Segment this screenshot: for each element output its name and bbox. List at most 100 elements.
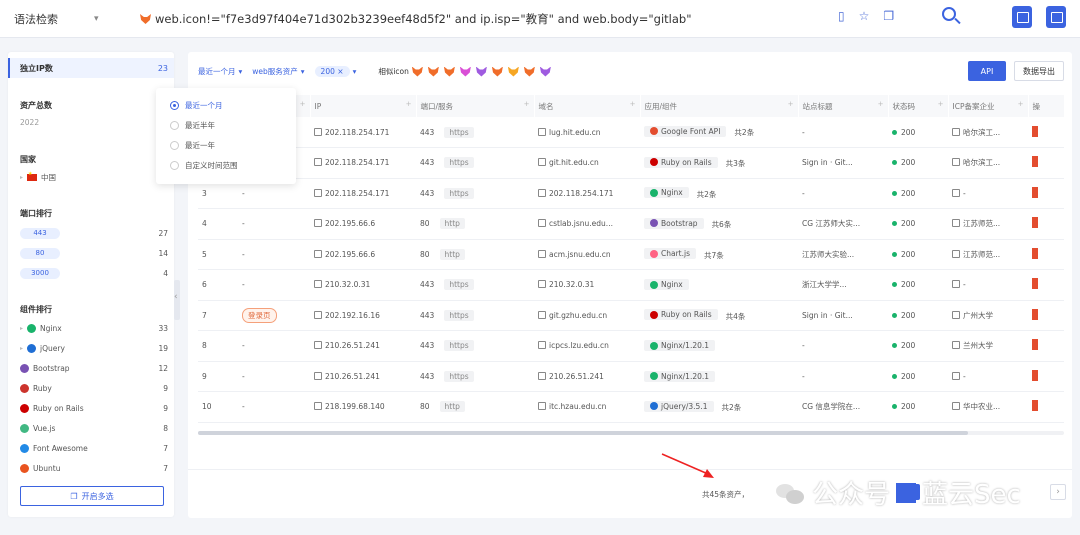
action-cell[interactable] — [1028, 361, 1064, 392]
more-count[interactable]: 共2条 — [722, 403, 742, 412]
favicon-icon[interactable] — [460, 67, 471, 77]
table-row[interactable]: 4 - 202.195.66.6 80 http cstlab.jsnu.edu.… — [198, 208, 1064, 240]
table-row[interactable]: 3 - 202.118.254.171 443 https 202.118.254… — [198, 178, 1064, 209]
domain-cell[interactable]: icpcs.lzu.edu.cn — [534, 330, 640, 362]
component-row[interactable]: Vue.js 8 — [20, 424, 168, 433]
col-header[interactable]: 端口/服务 + — [416, 95, 535, 117]
action-cell[interactable] — [1028, 147, 1064, 179]
status-filter[interactable]: 200 × ▾ — [314, 66, 356, 77]
ip-cell[interactable]: 218.199.68.140 — [310, 391, 416, 423]
action-icon[interactable] — [1032, 339, 1038, 351]
col-header[interactable]: ICP备案企业 + — [948, 95, 1029, 117]
collapse-sidebar-handle[interactable] — [174, 280, 180, 320]
component-tag[interactable]: Nginx — [644, 279, 689, 290]
action-icon[interactable] — [1032, 247, 1038, 259]
more-count[interactable]: 共2条 — [697, 190, 717, 199]
ip-cell[interactable]: 202.195.66.6 — [310, 208, 416, 240]
action-icon[interactable] — [1032, 186, 1038, 198]
asset-year-row[interactable]: 2022 4 — [20, 118, 168, 127]
action-icon[interactable] — [1032, 278, 1038, 290]
col-header[interactable]: 域名 + — [534, 95, 641, 117]
more-count[interactable]: 共4条 — [726, 312, 746, 321]
table-row[interactable]: 9 - 210.26.51.241 443 https 210.26.51.241… — [198, 361, 1064, 392]
ip-cell[interactable]: 210.32.0.31 — [310, 269, 416, 301]
component-row[interactable]: Bootstrap 12 — [20, 364, 168, 373]
action-cell[interactable] — [1028, 391, 1064, 423]
action-cell[interactable] — [1028, 269, 1064, 301]
grid-view-button[interactable] — [1012, 6, 1032, 28]
domain-cell[interactable]: 202.118.254.171 — [534, 178, 640, 209]
domain-cell[interactable]: 210.26.51.241 — [534, 361, 640, 392]
more-count[interactable]: 共3条 — [726, 159, 746, 168]
country-row[interactable]: ▸中国 4 — [20, 171, 168, 183]
star-icon[interactable]: ☆ — [859, 9, 870, 23]
ip-cell[interactable]: 210.26.51.241 — [310, 361, 416, 392]
component-row[interactable]: ▸ Nginx 33 — [20, 324, 168, 333]
favicon-icon[interactable] — [540, 67, 551, 77]
action-icon[interactable] — [1032, 125, 1038, 137]
domain-cell[interactable]: 210.32.0.31 — [534, 269, 640, 301]
close-icon[interactable]: × — [337, 67, 343, 76]
ip-cell[interactable]: 202.118.254.171 — [310, 178, 416, 209]
component-tag[interactable]: jQuery/3.5.1 — [644, 400, 714, 412]
list-view-button[interactable] — [1046, 6, 1066, 28]
col-header[interactable]: 操 — [1028, 95, 1065, 117]
copy-icon[interactable]: ❐ — [883, 9, 894, 23]
component-tag[interactable]: Google Font API — [644, 125, 727, 137]
action-cell[interactable] — [1028, 239, 1064, 270]
col-header[interactable]: 站点标题 + — [798, 95, 889, 117]
port-row[interactable]: 3000 4 — [20, 268, 168, 279]
action-cell[interactable] — [1028, 117, 1064, 148]
more-count[interactable]: 共2条 — [734, 128, 754, 137]
domain-cell[interactable]: git.gzhu.edu.cn — [534, 300, 640, 331]
sidebar-item-unique-ip[interactable]: 独立IP数 23 — [8, 58, 174, 78]
action-cell[interactable] — [1028, 300, 1064, 331]
multi-select-button[interactable]: ❐ 开启多选 — [20, 486, 164, 506]
action-cell[interactable] — [1028, 330, 1064, 362]
favicon-icon[interactable] — [524, 67, 535, 77]
favicon-icon[interactable] — [428, 67, 439, 77]
component-tag[interactable]: Chart.js — [644, 248, 696, 259]
action-icon[interactable] — [1032, 369, 1038, 381]
search-mode-select[interactable]: 语法检索 ▾ — [14, 9, 110, 29]
time-option[interactable]: 自定义时间范围 — [170, 160, 238, 171]
component-tag[interactable]: Ruby on Rails — [644, 156, 718, 168]
port-row[interactable]: 80 14 — [20, 248, 168, 259]
time-option[interactable]: 最近半年 — [170, 120, 215, 131]
domain-cell[interactable]: acm.jsnu.edu.cn — [534, 239, 640, 270]
favicon-icon[interactable] — [492, 67, 503, 77]
clear-icon[interactable]: ▯ — [838, 9, 845, 23]
table-row[interactable]: 5 - 202.195.66.6 80 http acm.jsnu.edu.cn … — [198, 239, 1064, 270]
component-row[interactable]: ▸ jQuery 19 — [20, 344, 168, 353]
table-row[interactable]: 2 202.118.254.171 443https git.hit.edu.c… — [198, 147, 1064, 179]
time-filter[interactable]: 最近一个月 ▾ — [198, 66, 242, 77]
component-row[interactable]: Ruby on Rails 9 — [20, 404, 168, 413]
favicon-icon[interactable] — [412, 67, 423, 77]
col-header[interactable]: IP + — [310, 95, 417, 117]
component-row[interactable]: Ruby 9 — [20, 384, 168, 393]
component-tag[interactable]: Ruby on Rails — [644, 309, 718, 320]
ip-cell[interactable]: 202.195.66.6 — [310, 239, 416, 270]
component-row[interactable]: Font Awesome 7 — [20, 444, 168, 453]
search-query-input[interactable]: web.icon!="f7e3d97f404e71d302b3239eef48d… — [140, 11, 692, 27]
ip-cell[interactable]: 202.118.254.171 — [310, 147, 416, 179]
domain-cell[interactable]: itc.hzau.edu.cn — [534, 391, 640, 423]
api-button[interactable]: API — [968, 61, 1006, 81]
domain-cell[interactable]: lug.hit.edu.cn — [534, 117, 640, 148]
table-row[interactable]: 10 - 218.199.68.140 80 http itc.hzau.edu.… — [198, 391, 1064, 423]
more-count[interactable]: 共6条 — [712, 220, 732, 229]
favicon-icon[interactable] — [444, 67, 455, 77]
component-tag[interactable]: Nginx/1.20.1 — [644, 370, 716, 382]
ip-cell[interactable]: 210.26.51.241 — [310, 330, 416, 362]
action-icon[interactable] — [1032, 217, 1038, 229]
component-tag[interactable]: Nginx/1.20.1 — [644, 340, 716, 351]
action-icon[interactable] — [1032, 400, 1038, 412]
export-button[interactable]: 数据导出 — [1014, 61, 1064, 81]
col-header[interactable]: 应用/组件 + — [640, 95, 799, 117]
ip-cell[interactable]: 202.118.254.171 — [310, 117, 416, 148]
time-option[interactable]: 最近一个月 — [170, 100, 223, 111]
component-tag[interactable]: Nginx — [644, 187, 689, 198]
action-icon[interactable] — [1032, 308, 1038, 320]
favicon-icon[interactable] — [508, 67, 519, 77]
action-cell[interactable] — [1028, 178, 1064, 209]
